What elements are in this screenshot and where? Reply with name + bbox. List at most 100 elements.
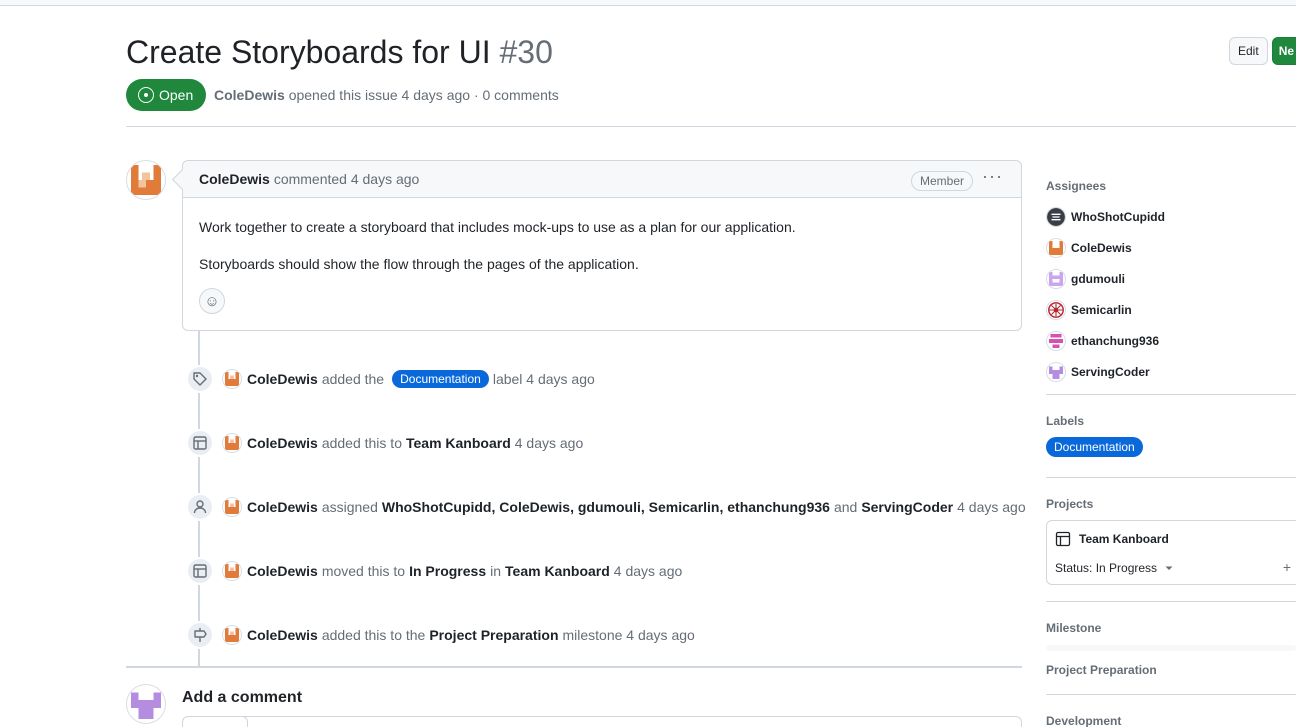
add-comment-heading: Add a comment [182, 689, 303, 706]
assignee-item[interactable]: gdumouli [1046, 263, 1296, 294]
comment-paragraph: Work together to create a storyboard tha… [199, 219, 796, 235]
user-link[interactable]: ColeDewis, [499, 499, 574, 515]
event-text: 4 days ago [514, 435, 584, 451]
label-chip[interactable]: Documentation [1046, 437, 1143, 457]
comment-time[interactable]: commented 4 days ago [274, 171, 420, 187]
assignee-item[interactable]: WhoShotCupidd [1046, 201, 1296, 232]
sidebar-labels: Labels Documentation [1046, 414, 1296, 457]
milestone-link[interactable]: Project Preparation [1046, 663, 1296, 677]
issue-number: #30 [499, 34, 553, 70]
plus-icon[interactable]: + [1283, 559, 1291, 575]
user-link[interactable]: gdumouli, [578, 499, 645, 515]
assignee-item[interactable]: Semicarlin [1046, 294, 1296, 325]
actor-link[interactable]: ColeDewis [247, 627, 318, 643]
assignee-name: ColeDewis [1071, 240, 1132, 255]
tag-icon [186, 365, 214, 393]
timeline-event: ColeDewis added this to Team Kanboard 4 … [186, 429, 587, 457]
issue-title: Create Storyboards for UI #30 [126, 34, 553, 71]
sidebar-heading[interactable]: Assignees [1046, 179, 1296, 193]
timeline-event: ColeDewis added the Documentation label … [186, 365, 595, 393]
timeline-event: ColeDewis assigned WhoShotCupidd, ColeDe… [186, 493, 1030, 521]
label-chip[interactable]: Documentation [392, 370, 489, 388]
avatar[interactable] [126, 684, 166, 724]
avatar[interactable] [222, 433, 242, 453]
divider [126, 126, 1296, 127]
event-text: added this to the [321, 627, 426, 643]
issue-author-link[interactable]: ColeDewis [214, 87, 285, 103]
project-link[interactable]: Team Kanboard [505, 563, 610, 579]
actor-link[interactable]: ColeDewis [247, 435, 318, 451]
event-text: and [833, 499, 858, 515]
status-link[interactable]: In Progress [409, 563, 486, 579]
project-status: Status: In Progress [1055, 561, 1158, 575]
kebab-menu-icon[interactable]: ··· [982, 166, 1003, 187]
assignee-item[interactable]: ServingCoder [1046, 356, 1296, 387]
assignee-name: ethanchung936 [1071, 333, 1160, 348]
avatar [1046, 299, 1066, 320]
assignee-name: WhoShotCupidd [1071, 209, 1165, 224]
user-link[interactable]: WhoShotCupidd, [382, 499, 496, 515]
sidebar-heading[interactable]: Projects [1046, 497, 1296, 511]
user-link[interactable]: ethanchung936 [727, 499, 830, 515]
user-link[interactable]: Semicarlin, [649, 499, 724, 515]
assignee-item[interactable]: ethanchung936 [1046, 325, 1296, 356]
project-status-dropdown[interactable]: Status: In Progress [1055, 561, 1175, 575]
issue-meta: ColeDewis opened this issue 4 days ago ·… [214, 87, 559, 103]
project-title[interactable]: Team Kanboard [1055, 531, 1169, 547]
avatar[interactable] [222, 497, 242, 517]
table-icon [186, 557, 214, 585]
timeline-event: ColeDewis moved this to In Progress in T… [186, 557, 686, 585]
edit-button[interactable]: Edit [1229, 37, 1268, 65]
actor-link[interactable]: ColeDewis [247, 371, 318, 387]
sidebar-projects: Projects [1046, 497, 1296, 511]
sidebar-heading[interactable]: Milestone [1046, 621, 1296, 635]
event-text: 4 days ago [613, 563, 683, 579]
comment-paragraph: Storyboards should show the flow through… [199, 256, 639, 272]
top-bar [0, 0, 1296, 6]
smiley-icon[interactable]: ☺ [199, 288, 225, 314]
avatar [1046, 361, 1066, 382]
sidebar-development: Development [1046, 714, 1296, 727]
comment-author-link[interactable]: ColeDewis [199, 171, 270, 187]
tab-write[interactable] [182, 716, 248, 727]
avatar [1046, 330, 1066, 351]
assignee-name: Semicarlin [1071, 302, 1132, 317]
avatar[interactable] [222, 625, 242, 645]
sidebar-heading[interactable]: Development [1046, 714, 1296, 727]
event-text: added this to [321, 435, 402, 451]
issue-opened-icon [138, 87, 154, 103]
timeline-event: ColeDewis added this to the Project Prep… [186, 621, 699, 649]
milestone-progress-bar [1046, 645, 1296, 651]
person-icon [186, 493, 214, 521]
sidebar-milestone: Milestone [1046, 621, 1296, 635]
comment-header: ColeDewis commented 4 days ago Member ··… [183, 161, 1021, 198]
assignee-name: ServingCoder [1071, 364, 1150, 379]
assignee-item[interactable]: ColeDewis [1046, 232, 1296, 263]
comment-box: ColeDewis commented 4 days ago Member ··… [182, 160, 1022, 331]
sidebar-heading[interactable]: Labels [1046, 414, 1296, 428]
comment-editor[interactable] [182, 716, 1022, 727]
caret-down-icon [1165, 566, 1173, 570]
project-link[interactable]: Team Kanboard [406, 435, 511, 451]
actor-link[interactable]: ColeDewis [247, 499, 318, 515]
avatar[interactable] [222, 561, 242, 581]
issue-title-text: Create Storyboards for UI [126, 34, 491, 70]
avatar [1046, 268, 1066, 289]
avatar[interactable] [126, 160, 166, 200]
issue-meta-text: opened this issue 4 days ago · 0 comment… [288, 87, 559, 103]
new-issue-button[interactable]: Ne [1271, 37, 1296, 65]
user-link[interactable]: ServingCoder [861, 499, 953, 515]
status-label: Open [159, 87, 194, 103]
status-badge: Open [126, 79, 207, 111]
divider [1046, 477, 1296, 478]
table-icon [1055, 531, 1071, 547]
event-text: in [490, 563, 502, 579]
table-icon [186, 429, 214, 457]
project-name: Team Kanboard [1079, 532, 1169, 546]
avatar [1046, 237, 1066, 258]
avatar[interactable] [222, 369, 242, 389]
divider [126, 666, 1022, 668]
actor-link[interactable]: ColeDewis [247, 563, 318, 579]
event-text: label 4 days ago [492, 371, 595, 387]
milestone-link[interactable]: Project Preparation [429, 627, 558, 643]
